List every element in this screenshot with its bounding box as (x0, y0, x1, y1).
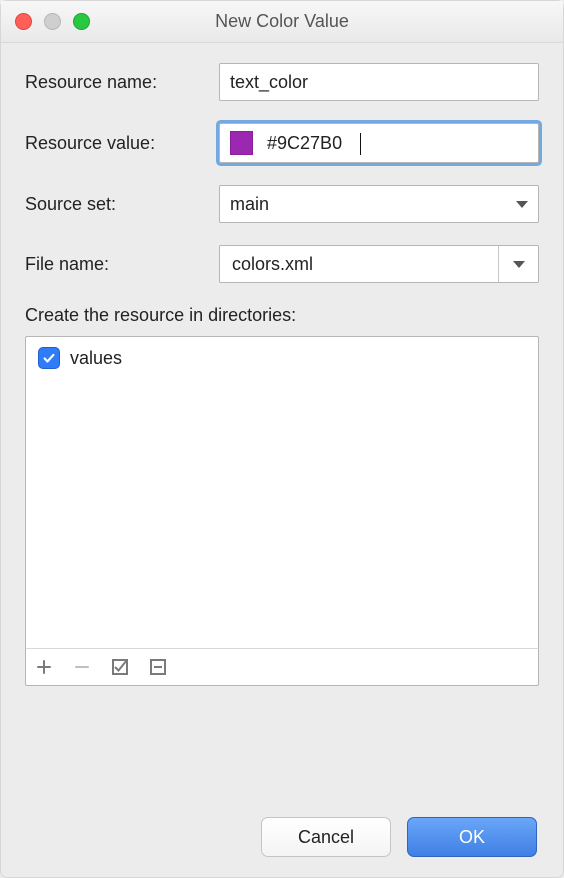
resource-name-input[interactable] (230, 64, 528, 100)
directories-toolbar (25, 648, 539, 686)
window-controls (15, 13, 90, 30)
values-checkbox[interactable] (38, 347, 60, 369)
chevron-down-icon (513, 261, 525, 268)
file-name-label: File name: (25, 254, 219, 275)
resource-value-label: Resource value: (25, 133, 219, 154)
add-button[interactable] (34, 657, 54, 677)
directories-list[interactable]: values (25, 336, 539, 648)
remove-button[interactable] (72, 657, 92, 677)
resource-value-field-container (219, 123, 539, 163)
list-item[interactable]: values (38, 345, 526, 371)
source-set-value: main (230, 194, 269, 215)
source-set-dropdown[interactable]: main (219, 185, 539, 223)
cancel-button[interactable]: Cancel (261, 817, 391, 857)
file-name-row: File name: colors.xml (25, 245, 539, 283)
close-window-icon[interactable] (15, 13, 32, 30)
unselect-all-button[interactable] (148, 657, 168, 677)
dialog-footer: Cancel OK (261, 817, 537, 857)
uncheck-all-icon (149, 658, 167, 676)
file-name-dropdown-button[interactable] (498, 246, 538, 282)
file-name-combobox: colors.xml (219, 245, 539, 283)
resource-name-row: Resource name: (25, 63, 539, 101)
resource-name-label: Resource name: (25, 72, 219, 93)
minimize-window-icon (44, 13, 61, 30)
source-set-label: Source set: (25, 194, 219, 215)
resource-value-row: Resource value: (25, 123, 539, 163)
minus-icon (74, 659, 90, 675)
file-name-input[interactable]: colors.xml (220, 246, 498, 282)
check-icon (42, 351, 56, 365)
text-caret (360, 133, 361, 155)
color-swatch[interactable] (230, 131, 253, 155)
chevron-down-icon (516, 201, 528, 208)
file-name-value: colors.xml (232, 254, 313, 275)
list-item-label: values (70, 348, 122, 369)
resource-value-input[interactable] (267, 124, 528, 162)
dialog-body: Resource name: Resource value: Source se… (1, 43, 563, 686)
maximize-window-icon[interactable] (73, 13, 90, 30)
ok-button[interactable]: OK (407, 817, 537, 857)
select-all-button[interactable] (110, 657, 130, 677)
source-set-row: Source set: main (25, 185, 539, 223)
directories-label: Create the resource in directories: (25, 305, 539, 326)
resource-name-field-container (219, 63, 539, 101)
check-all-icon (111, 658, 129, 676)
titlebar: New Color Value (1, 1, 563, 43)
plus-icon (36, 659, 52, 675)
